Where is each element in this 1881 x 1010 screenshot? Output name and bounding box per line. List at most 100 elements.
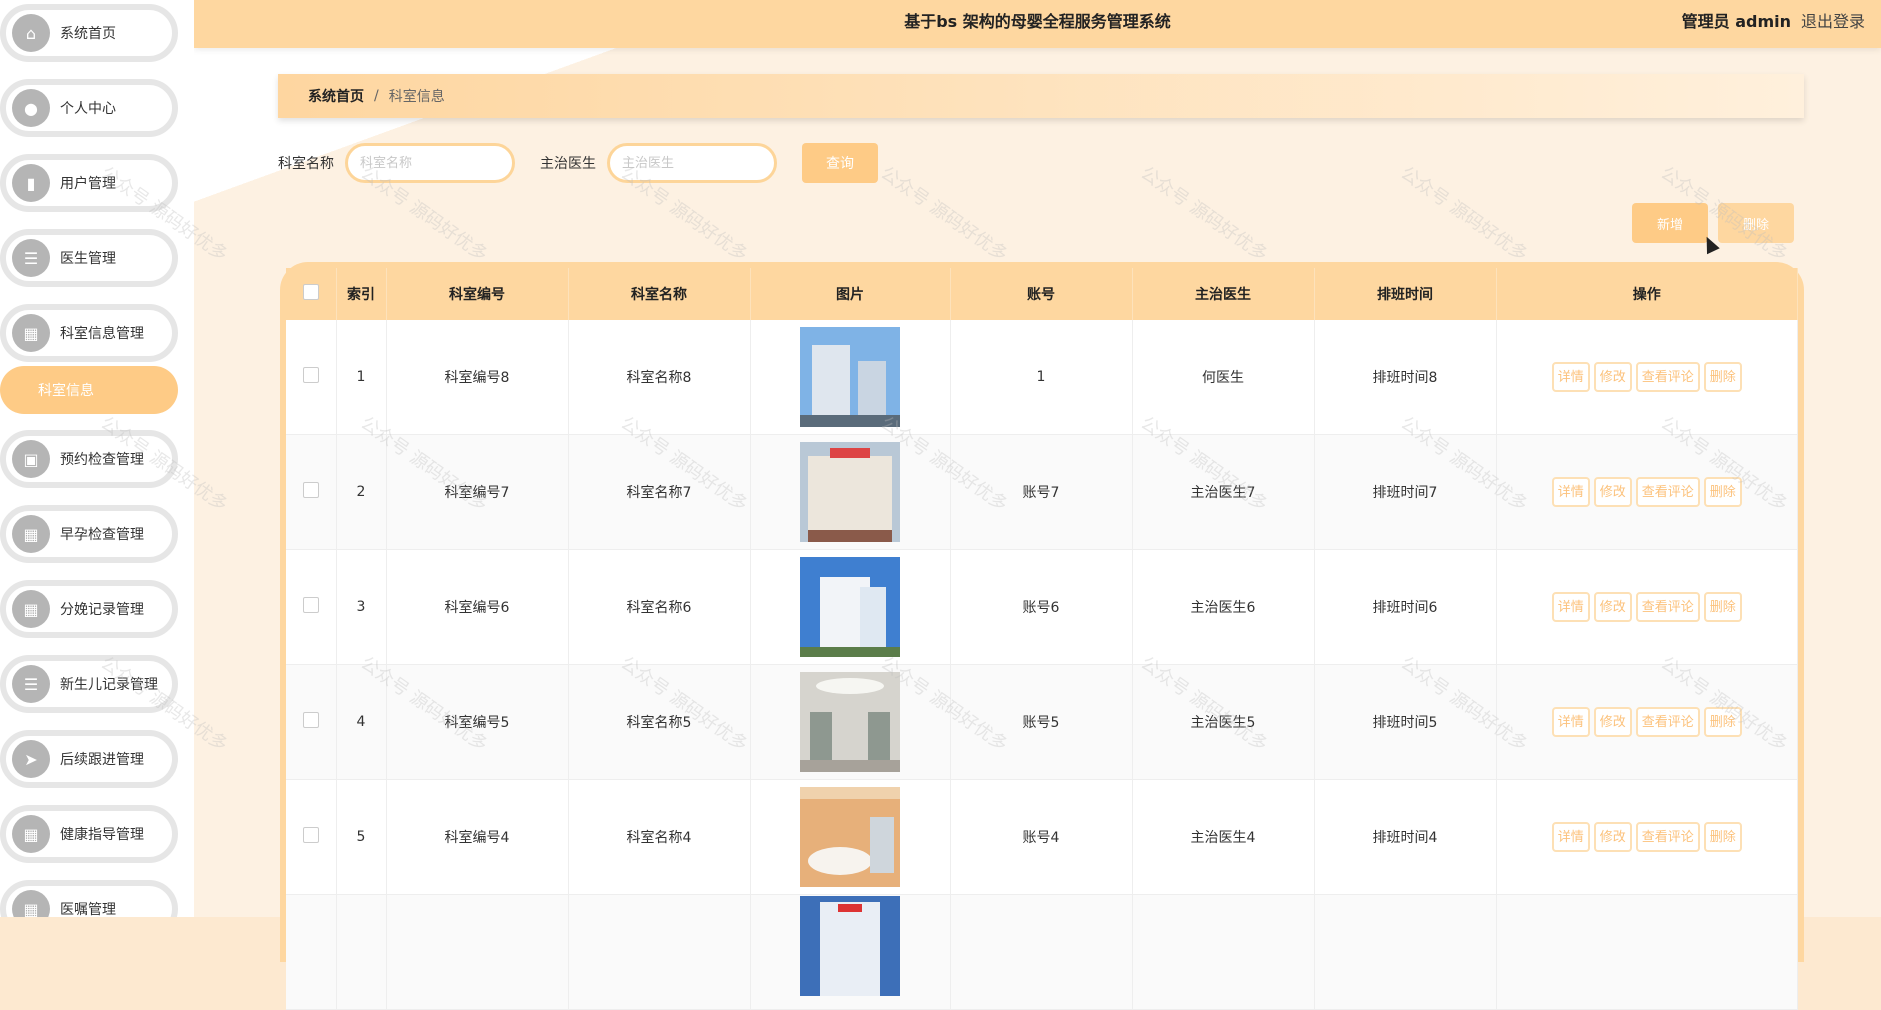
delete-button[interactable]: 删除 (1703, 592, 1742, 622)
department-name-input[interactable] (345, 143, 515, 183)
name-cell: 科室名称8 (568, 320, 751, 435)
sidebar-item-label: 分娩记录管理 (60, 602, 144, 618)
ops-cell: 详情 修改 查看评论 删除 (1496, 549, 1798, 665)
edit-button[interactable]: 修改 (1593, 477, 1632, 507)
sidebar-subitem-department-info[interactable]: 科室信息 (0, 366, 178, 414)
sidebar-item-newborn[interactable]: ☰ 新生儿记录管理 (0, 655, 178, 713)
schedule-cell: 排班时间6 (1314, 549, 1497, 665)
select-all-checkbox[interactable] (302, 284, 319, 300)
sidebar-item-label: 用户管理 (60, 176, 116, 192)
sidebar-item-label: 后续跟进管理 (60, 752, 144, 768)
top-header: 基于bs 架构的母婴全程服务管理系统 管理员 admin 退出登录 (194, 0, 1881, 48)
sidebar-item-orders[interactable]: ▦ 医嘱管理 (0, 880, 178, 917)
row-checkbox[interactable] (302, 827, 319, 843)
account-cell: 账号4 (950, 779, 1133, 895)
data-table-container: 索引 科室编号 科室名称 图片 账号 主治医生 排班时间 操作 1 科室编号8 … (280, 262, 1804, 1010)
send-icon: ➤ (12, 740, 50, 778)
department-image (800, 787, 900, 887)
sidebar-item-home[interactable]: ⌂ 系统首页 (0, 4, 178, 62)
edit-button[interactable]: 修改 (1593, 707, 1632, 737)
view-comments-button[interactable]: 查看评论 (1635, 592, 1700, 622)
sidebar-item-departments[interactable]: ▦ 科室信息管理 (0, 304, 178, 362)
ops-cell: 详情 修改 查看评论 删除 (1496, 434, 1798, 550)
grid-icon: ▦ (12, 890, 50, 917)
delete-button[interactable]: 删除 (1703, 822, 1742, 852)
row-checkbox[interactable] (302, 482, 319, 498)
image-cell (750, 894, 951, 1010)
edit-button[interactable]: 修改 (1593, 592, 1632, 622)
image-cell (750, 549, 951, 665)
home-icon: ⌂ (12, 14, 50, 52)
breadcrumb-home[interactable]: 系统首页 (308, 86, 364, 106)
detail-button[interactable]: 详情 (1551, 477, 1590, 507)
detail-button[interactable]: 详情 (1551, 707, 1590, 737)
sidebar-subitem-label: 科室信息 (38, 383, 94, 399)
doctor-cell (1132, 894, 1315, 1010)
index-cell: 4 (336, 664, 387, 780)
breadcrumb-separator: / (374, 88, 379, 104)
row-checkbox[interactable] (302, 712, 319, 728)
column-header: 账号 (950, 268, 1133, 320)
ops-cell (1496, 894, 1798, 1010)
schedule-cell: 排班时间5 (1314, 664, 1497, 780)
department-image (800, 442, 900, 542)
sidebar-item-appointments[interactable]: ▣ 预约检查管理 (0, 430, 178, 488)
sidebar-item-profile[interactable]: ● 个人中心 (0, 79, 178, 137)
list-icon: ☰ (12, 239, 50, 277)
chat-icon: ▮ (12, 164, 50, 202)
sidebar-item-label: 系统首页 (60, 26, 116, 42)
schedule-cell: 排班时间7 (1314, 434, 1497, 550)
view-comments-button[interactable]: 查看评论 (1635, 477, 1700, 507)
code-cell: 科室编号5 (386, 664, 569, 780)
sidebar-item-delivery[interactable]: ▦ 分娩记录管理 (0, 580, 178, 638)
view-comments-button[interactable]: 查看评论 (1635, 362, 1700, 392)
breadcrumb-current: 科室信息 (388, 89, 445, 105)
row-select-cell (286, 664, 337, 780)
delete-button[interactable]: 删除 (1703, 477, 1742, 507)
department-image (800, 672, 900, 772)
select-all-header[interactable] (286, 268, 337, 320)
account-cell: 账号5 (950, 664, 1133, 780)
sidebar-item-early-pregnancy[interactable]: ▦ 早孕检查管理 (0, 505, 178, 563)
table-row: 4 科室编号5 科室名称5 账号5 主治医生5 排班时间5 详情 修改 查看评论 删除 (286, 664, 1798, 780)
edit-button[interactable]: 修改 (1593, 822, 1632, 852)
view-comments-button[interactable]: 查看评论 (1635, 707, 1700, 737)
row-select-cell (286, 434, 337, 550)
batch-delete-button[interactable]: 删除 (1718, 203, 1794, 243)
name-cell: 科室名称4 (568, 779, 751, 895)
logout-link[interactable]: 退出登录 (1801, 8, 1865, 32)
schedule-cell: 排班时间4 (1314, 779, 1497, 895)
doctor-cell: 主治医生4 (1132, 779, 1315, 895)
row-select-cell (286, 894, 337, 1010)
detail-button[interactable]: 详情 (1551, 362, 1590, 392)
sidebar-item-label: 预约检查管理 (60, 452, 144, 468)
column-header: 索引 (336, 268, 387, 320)
image-cell (750, 664, 951, 780)
detail-button[interactable]: 详情 (1551, 592, 1590, 622)
column-header: 科室编号 (386, 268, 569, 320)
breadcrumb: 系统首页 / 科室信息 (278, 74, 1804, 118)
query-button[interactable]: 查询 (802, 143, 878, 183)
ops-cell: 详情 修改 查看评论 删除 (1496, 664, 1798, 780)
view-comments-button[interactable]: 查看评论 (1635, 822, 1700, 852)
code-cell: 科室编号6 (386, 549, 569, 665)
index-cell: 2 (336, 434, 387, 550)
detail-button[interactable]: 详情 (1551, 822, 1590, 852)
table-header-row: 索引 科室编号 科室名称 图片 账号 主治医生 排班时间 操作 (286, 268, 1798, 320)
row-checkbox[interactable] (302, 367, 319, 383)
edit-button[interactable]: 修改 (1593, 362, 1632, 392)
delete-button[interactable]: 删除 (1703, 707, 1742, 737)
sidebar-item-doctors[interactable]: ☰ 医生管理 (0, 229, 178, 287)
code-cell: 科室编号7 (386, 434, 569, 550)
sidebar-item-users[interactable]: ▮ 用户管理 (0, 154, 178, 212)
sidebar-item-followup[interactable]: ➤ 后续跟进管理 (0, 730, 178, 788)
row-checkbox[interactable] (302, 597, 319, 613)
department-image (800, 327, 900, 427)
account-cell: 账号6 (950, 549, 1133, 665)
delete-button[interactable]: 删除 (1703, 362, 1742, 392)
column-header: 排班时间 (1314, 268, 1497, 320)
add-button[interactable]: 新增 (1632, 203, 1708, 243)
doctor-input[interactable] (607, 143, 777, 183)
doctor-cell: 何医生 (1132, 320, 1315, 435)
sidebar-item-health-guide[interactable]: ▦ 健康指导管理 (0, 805, 178, 863)
